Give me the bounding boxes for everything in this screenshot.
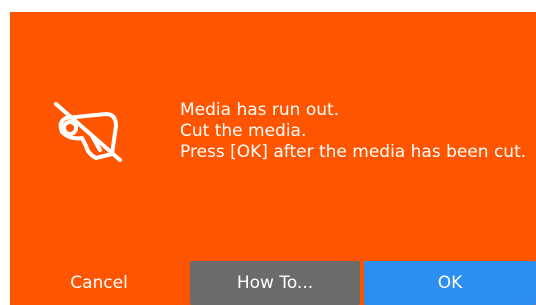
message-line-2: Cut the media. <box>180 121 307 141</box>
media-cut-icon <box>48 98 128 166</box>
ok-button[interactable]: OK <box>364 261 536 305</box>
button-bar: Cancel How To... OK <box>10 261 536 305</box>
message-line-3: Press [OK] after the media has been cut. <box>180 142 527 162</box>
message-area: Media has run out. Cut the media. Press … <box>10 12 536 260</box>
media-out-dialog: Media has run out. Cut the media. Press … <box>10 12 536 305</box>
how-to-button[interactable]: How To... <box>190 261 360 305</box>
screen: Media has run out. Cut the media. Press … <box>0 0 536 305</box>
message-text: Media has run out. Cut the media. Press … <box>180 100 526 163</box>
message-line-1: Media has run out. <box>180 100 340 120</box>
cancel-button[interactable]: Cancel <box>12 261 186 305</box>
